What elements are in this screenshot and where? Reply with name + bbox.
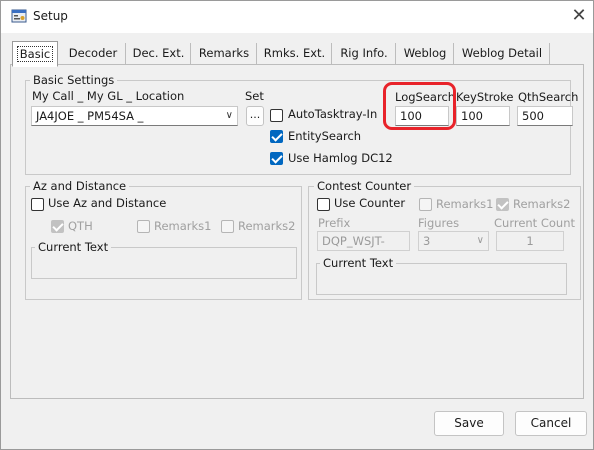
title-bar: Setup ✕ (1, 1, 593, 33)
figures-value: 3 (423, 234, 431, 248)
prefix-label: Prefix (318, 216, 351, 230)
tab-dec-ext[interactable]: Dec. Ext. (127, 43, 191, 64)
autotasktray-label: AutoTasktray-In (288, 107, 378, 121)
az-remarks1-label: Remarks1 (154, 219, 212, 233)
contest-remarks1-checkbox[interactable] (419, 198, 432, 211)
settings-window-icon (11, 9, 27, 23)
use-az-distance-label: Use Az and Distance (48, 196, 167, 210)
figures-label: Figures (418, 216, 460, 230)
basic-settings-title: Basic Settings (30, 73, 118, 87)
close-icon: ✕ (571, 5, 587, 26)
tab-weblog-detail[interactable]: Weblog Detail (455, 43, 550, 64)
contest-counter-title: Contest Counter (314, 179, 415, 193)
cancel-button[interactable]: Cancel (515, 411, 587, 436)
current-count-value: 1 (496, 231, 564, 251)
contest-current-text-label: Current Text (320, 256, 397, 270)
current-count-label: Current Count (494, 216, 575, 230)
use-hamlog-label: Use Hamlog DC12 (288, 151, 393, 165)
location-label: My Call _ My GL _ Location (32, 89, 185, 103)
tab-weblog[interactable]: Weblog (397, 43, 454, 64)
tab-remarks[interactable]: Remarks (192, 43, 257, 64)
use-counter-label: Use Counter (334, 196, 406, 210)
save-button[interactable]: Save (434, 411, 504, 436)
tab-basic-label: Basic (16, 46, 54, 62)
use-hamlog-checkbox[interactable] (270, 152, 283, 165)
az-remarks2-label: Remarks2 (238, 219, 296, 233)
qthsearch-label: QthSearch (518, 90, 579, 104)
chevron-down-icon: ∨ (476, 235, 484, 246)
keystroke-input[interactable] (456, 106, 510, 126)
set-location-button[interactable]: ... (246, 106, 264, 126)
az-remarks2-checkbox[interactable] (221, 220, 234, 233)
use-counter-checkbox[interactable] (317, 198, 330, 211)
figures-combo[interactable]: 3 ∨ (418, 231, 489, 251)
tab-panel-basic: Basic Settings My Call _ My GL _ Locatio… (10, 64, 584, 399)
logsearch-highlight (383, 82, 456, 130)
tab-rig-info[interactable]: Rig Info. (333, 43, 396, 64)
prefix-input[interactable] (317, 231, 410, 251)
az-qth-label: QTH (68, 219, 93, 233)
contest-remarks1-label: Remarks1 (436, 197, 494, 211)
az-current-text-label: Current Text (35, 240, 112, 254)
az-qth-checkbox[interactable] (51, 220, 64, 233)
entitysearch-checkbox[interactable] (270, 130, 283, 143)
tab-basic[interactable]: Basic (12, 41, 58, 67)
location-combo[interactable]: JA4JOE _ PM54SA _ ∨ (31, 106, 238, 126)
contest-remarks2-checkbox[interactable] (496, 198, 509, 211)
setup-window: Setup ✕ Basic Decoder Dec. Ext. Remarks … (0, 0, 594, 450)
set-label: Set (245, 89, 264, 103)
use-az-distance-checkbox[interactable] (31, 198, 44, 211)
location-value: JA4JOE _ PM54SA _ (36, 109, 144, 123)
window-title: Setup (33, 9, 68, 23)
contest-remarks2-label: Remarks2 (513, 197, 571, 211)
az-remarks1-checkbox[interactable] (137, 220, 150, 233)
tab-decoder[interactable]: Decoder (61, 43, 126, 64)
qthsearch-input[interactable] (517, 106, 573, 126)
close-button[interactable]: ✕ (567, 5, 591, 29)
az-distance-title: Az and Distance (30, 179, 130, 193)
keystroke-label: KeyStroke (456, 90, 514, 104)
tab-rmks-ext[interactable]: Rmks. Ext. (258, 43, 332, 64)
chevron-down-icon: ∨ (225, 110, 233, 121)
entitysearch-label: EntitySearch (288, 129, 362, 143)
autotasktray-checkbox[interactable] (270, 109, 283, 122)
